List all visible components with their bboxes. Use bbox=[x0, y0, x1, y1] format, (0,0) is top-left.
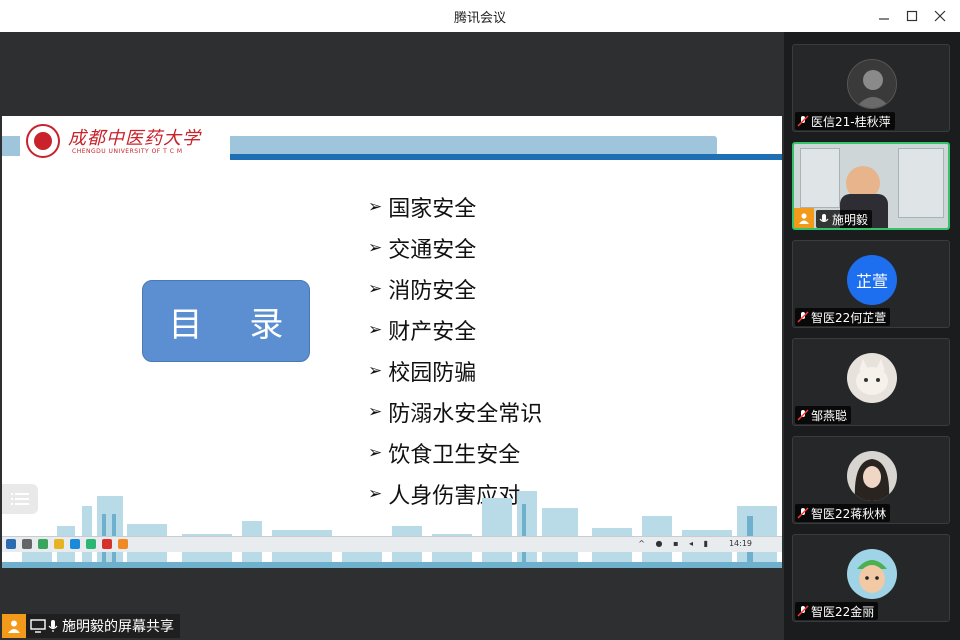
screen-share-icon bbox=[30, 619, 46, 633]
participant-tile[interactable]: 芷萱 智医22何芷萱 bbox=[792, 240, 950, 328]
arrow-bullet-icon: ➢ bbox=[368, 278, 383, 299]
list-item: ➢ 防溺水安全常识 bbox=[368, 401, 543, 427]
list-item: ➢ 交通安全 bbox=[368, 237, 477, 263]
mic-muted-icon bbox=[797, 507, 809, 519]
mic-muted-icon bbox=[797, 115, 809, 127]
header-line bbox=[224, 154, 782, 160]
participant-tile[interactable]: 智医22蒋秋林 bbox=[792, 436, 950, 524]
minimize-icon[interactable] bbox=[874, 6, 894, 26]
window-title: 腾讯会议 bbox=[453, 11, 506, 26]
window-titlebar: 腾讯会议 bbox=[0, 0, 960, 32]
city-skyline-illustration bbox=[2, 491, 782, 568]
participant-name: 智医22蒋秋林 bbox=[795, 504, 891, 522]
chat-icon bbox=[86, 539, 96, 549]
participant-name: 智医22金丽 bbox=[795, 602, 879, 620]
participant-avatar bbox=[847, 353, 897, 403]
arrow-bullet-icon: ➢ bbox=[368, 401, 383, 422]
slide-menu-button[interactable] bbox=[2, 484, 38, 514]
inner-taskbar: ^ ● ▪ ◂ ▮ 14:19 bbox=[2, 536, 782, 552]
system-tray: ^ ● ▪ ◂ ▮ bbox=[638, 539, 712, 548]
participant-tile[interactable]: 智医22金丽 bbox=[792, 534, 950, 622]
arrow-bullet-icon: ➢ bbox=[368, 360, 383, 381]
list-menu-icon bbox=[11, 493, 29, 505]
participant-name: 医信21-桂秋萍 bbox=[795, 112, 895, 130]
maximize-icon[interactable] bbox=[902, 6, 922, 26]
wps-icon bbox=[102, 539, 112, 549]
app-icon bbox=[38, 539, 48, 549]
microphone-icon bbox=[48, 620, 58, 632]
microphone-icon bbox=[819, 214, 829, 223]
taskbar-clock: 14:19 bbox=[728, 539, 752, 548]
participant-avatar bbox=[847, 59, 897, 109]
university-logo: 成都中医药大学 CHENGDU UNIVERSITY OF T C M bbox=[20, 122, 230, 162]
participant-avatar: 芷萱 bbox=[847, 255, 897, 305]
user-avatar-icon bbox=[2, 614, 26, 638]
mic-muted-icon bbox=[797, 311, 809, 323]
university-seal-icon bbox=[26, 124, 60, 158]
list-item: ➢ 校园防骗 bbox=[368, 360, 477, 386]
browser-icon bbox=[70, 539, 80, 549]
presentation-slide: 成都中医药大学 CHENGDU UNIVERSITY OF T C M 目 录 … bbox=[2, 116, 782, 568]
toc-title-box: 目 录 bbox=[142, 280, 310, 362]
mic-muted-icon bbox=[797, 409, 809, 421]
arrow-bullet-icon: ➢ bbox=[368, 442, 383, 463]
participant-tile-active[interactable]: 施明毅 bbox=[792, 142, 950, 230]
participant-tile[interactable]: 医信21-桂秋萍 bbox=[792, 44, 950, 132]
search-icon bbox=[22, 539, 32, 549]
logo-english-name: CHENGDU UNIVERSITY OF T C M bbox=[72, 148, 183, 155]
share-label-text: 施明毅的屏幕共享 bbox=[62, 619, 174, 635]
logo-chinese-name: 成都中医药大学 bbox=[68, 128, 201, 149]
close-icon[interactable] bbox=[930, 6, 950, 26]
list-item: ➢ 消防安全 bbox=[368, 278, 477, 304]
list-item: ➢ 饮食卫生安全 bbox=[368, 442, 521, 468]
list-item: ➢ 国家安全 bbox=[368, 196, 477, 222]
participant-name: 邹燕聪 bbox=[795, 406, 852, 424]
shared-screen: 成都中医药大学 CHENGDU UNIVERSITY OF T C M 目 录 … bbox=[0, 32, 784, 640]
participant-tile[interactable]: 邹燕聪 bbox=[792, 338, 950, 426]
arrow-bullet-icon: ➢ bbox=[368, 196, 383, 217]
folder-icon bbox=[54, 539, 64, 549]
participant-name: 智医22何芷萱 bbox=[795, 308, 891, 326]
arrow-bullet-icon: ➢ bbox=[368, 319, 383, 340]
toc-list: ➢ 国家安全 ➢ 交通安全 ➢ 消防安全 ➢ 财产安全 ➢ 校园防骗 ➢ 防溺水安全常识 ➢… bbox=[368, 186, 542, 514]
participant-panel: 医信21-桂秋萍 施明毅 芷萱 智医22何芷萱 邹燕聪 智医22蒋秋林 智医22… bbox=[784, 32, 960, 640]
list-item: ➢ 财产安全 bbox=[368, 319, 477, 345]
participant-name: 施明毅 bbox=[816, 210, 873, 228]
arrow-bullet-icon: ➢ bbox=[368, 237, 383, 258]
windows-start-icon bbox=[6, 539, 16, 549]
toc-title: 目 录 bbox=[168, 304, 302, 345]
participant-avatar bbox=[847, 451, 897, 501]
screen-share-label: 施明毅的屏幕共享 bbox=[2, 614, 180, 638]
slides-icon bbox=[118, 539, 128, 549]
host-badge-icon bbox=[794, 208, 814, 228]
participant-avatar bbox=[847, 549, 897, 599]
mic-muted-icon bbox=[797, 605, 809, 617]
